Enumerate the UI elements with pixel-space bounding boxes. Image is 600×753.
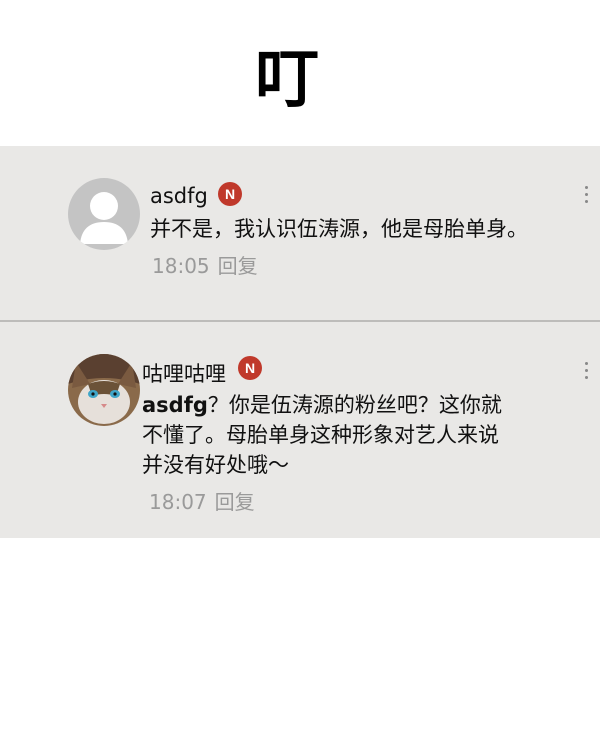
new-badge: N bbox=[218, 182, 242, 206]
comment-username[interactable]: 咕哩咕哩 bbox=[142, 358, 226, 388]
default-user-avatar-icon bbox=[68, 178, 140, 250]
comment-text: asdfg？你是伍涛源的粉丝吧？这你就 不懂了。母胎单身这种形象对艺人来说 并没… bbox=[142, 390, 582, 480]
comment-meta: 18:05 回复 bbox=[152, 250, 266, 279]
comment-text: 并不是，我认识伍涛源，他是母胎单身。 bbox=[150, 217, 528, 241]
comment-meta: 18:07 回复 bbox=[149, 486, 263, 515]
comment-item: asdfg N 并不是，我认识伍涛源，他是母胎单身。 18:05 回复 bbox=[0, 146, 600, 320]
avatar[interactable] bbox=[68, 354, 140, 426]
comment-text-line: 不懂了。母胎单身这种形象对艺人来说 bbox=[142, 423, 499, 447]
comment-text-line: ？你是伍涛源的粉丝吧？这你就 bbox=[207, 393, 502, 417]
cat-photo-avatar-icon bbox=[68, 354, 140, 426]
more-options-icon[interactable] bbox=[585, 186, 589, 207]
reply-button[interactable]: 回复 bbox=[218, 254, 258, 278]
comment-time: 18:07 bbox=[149, 490, 207, 514]
more-options-icon[interactable] bbox=[585, 362, 589, 383]
comment-text-line: 并没有好处哦～ bbox=[142, 453, 289, 477]
new-badge: N bbox=[238, 356, 262, 380]
avatar[interactable] bbox=[68, 178, 140, 250]
reply-button[interactable]: 回复 bbox=[215, 490, 255, 514]
sound-effect-text: 叮 bbox=[255, 43, 319, 117]
comment-username[interactable]: asdfg bbox=[150, 184, 208, 208]
comment-item: 咕哩咕哩 N asdfg？你是伍涛源的粉丝吧？这你就 不懂了。母胎单身这种形象对… bbox=[0, 322, 600, 538]
mention-link[interactable]: asdfg bbox=[142, 393, 208, 417]
comment-time: 18:05 bbox=[152, 254, 210, 278]
